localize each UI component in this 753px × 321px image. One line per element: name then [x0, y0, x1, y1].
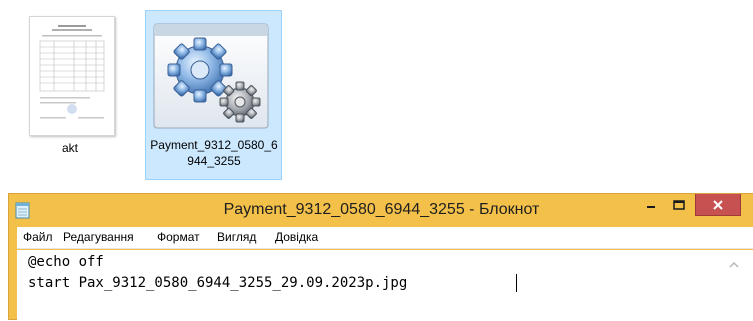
editor-line-1: @echo off	[28, 254, 104, 270]
file-name-akt: akt	[61, 141, 78, 155]
menu-help[interactable]: Довідка	[275, 230, 318, 244]
menu-format[interactable]: Формат	[157, 230, 200, 244]
chevron-up-icon	[729, 261, 739, 268]
menu-file[interactable]: Файл	[23, 230, 53, 244]
text-caret	[516, 274, 517, 292]
file-name-payment: Payment_9312_0580_6944_3255	[150, 138, 278, 168]
close-button[interactable]	[695, 194, 741, 216]
notepad-window: Payment_9312_0580_6944_3255 - Блокнот Фа…	[8, 193, 753, 321]
close-icon	[713, 199, 723, 210]
menu-bar: Файл Редагування Формат Вигляд Довідка	[17, 227, 753, 249]
editor-line-2: start Pax_9312_0580_6944_3255_29.09.2023…	[28, 275, 408, 291]
menu-view[interactable]: Вигляд	[217, 230, 256, 244]
gears-application-icon	[152, 18, 270, 132]
text-editor[interactable]: @echo off start Pax_9312_0580_6944_3255_…	[17, 250, 753, 321]
title-bar[interactable]: Payment_9312_0580_6944_3255 - Блокнот	[9, 194, 753, 226]
menu-edit[interactable]: Редагування	[63, 230, 134, 244]
maximize-icon	[672, 200, 685, 210]
scrollbar-up-arrow[interactable]	[725, 258, 743, 272]
file-icon-akt[interactable]: akt	[24, 10, 116, 155]
maximize-button[interactable]	[665, 194, 692, 216]
document-thumbnail-icon	[29, 16, 115, 136]
file-icon-payment[interactable]: Payment_9312_0580_6944_3255	[145, 10, 282, 180]
minimize-button[interactable]	[637, 194, 664, 216]
minimize-icon	[646, 206, 655, 208]
